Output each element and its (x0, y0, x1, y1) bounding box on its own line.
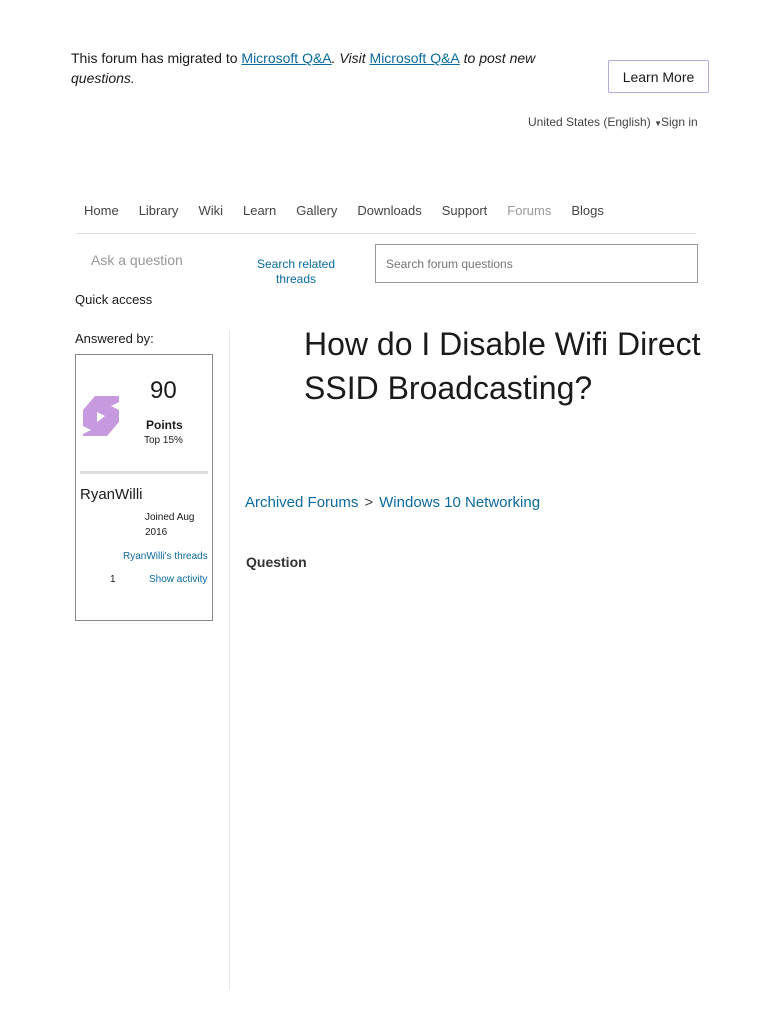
nav-divider (76, 233, 696, 234)
ms-qa-link-2[interactable]: Microsoft Q&A (370, 50, 460, 66)
nav-gallery[interactable]: Gallery (296, 203, 337, 218)
nav-blogs[interactable]: Blogs (571, 203, 604, 218)
rank: Top 15% (144, 435, 183, 446)
search-related-threads-link[interactable]: Search related threads (250, 257, 342, 287)
nav-wiki[interactable]: Wiki (198, 203, 223, 218)
locale-selector[interactable]: United States (English) ▼ (528, 115, 662, 129)
nav-home[interactable]: Home (84, 203, 119, 218)
nav-forums[interactable]: Forums (507, 203, 551, 218)
user-name[interactable]: RyanWilli (80, 486, 143, 503)
column-divider (229, 330, 230, 990)
breadcrumb-archived-forums[interactable]: Archived Forums (245, 494, 358, 511)
sign-in-link[interactable]: Sign in (661, 115, 698, 129)
user-threads-link[interactable]: RyanWilli's threads (123, 551, 208, 562)
show-activity-link[interactable]: Show activity (149, 574, 207, 585)
points-label: Points (146, 418, 183, 432)
points-value: 90 (150, 377, 177, 404)
nav-support[interactable]: Support (442, 203, 488, 218)
question-label: Question (246, 554, 307, 570)
learn-more-button[interactable]: Learn More (608, 60, 709, 93)
avatar[interactable] (83, 396, 119, 436)
divider (80, 471, 208, 474)
banner-text: . Visit (331, 50, 370, 66)
page-title: How do I Disable Wifi Direct SSID Broadc… (304, 326, 701, 406)
breadcrumb: Archived Forums > Windows 10 Networking (245, 494, 540, 511)
user-card: 90 Points Top 15% RyanWilli Joined Aug 2… (75, 354, 213, 621)
activity-count: 1 (110, 574, 116, 585)
answered-by-label: Answered by: (75, 331, 154, 346)
breadcrumb-windows-10-networking[interactable]: Windows 10 Networking (379, 494, 540, 511)
nav-downloads[interactable]: Downloads (357, 203, 421, 218)
banner-text: This forum has migrated to (71, 50, 242, 66)
search-input[interactable] (375, 244, 698, 283)
nav-learn[interactable]: Learn (243, 203, 276, 218)
quick-access[interactable]: Quick access (75, 292, 152, 307)
breadcrumb-separator: > (364, 494, 374, 511)
main-nav: Home Library Wiki Learn Gallery Download… (84, 203, 624, 218)
migration-banner: This forum has migrated to Microsoft Q&A… (71, 48, 571, 88)
nav-library[interactable]: Library (139, 203, 179, 218)
ask-question-button[interactable]: Ask a question (91, 252, 183, 268)
ms-qa-link[interactable]: Microsoft Q&A (241, 50, 331, 66)
locale-label: United States (English) (528, 115, 651, 129)
joined-date: Joined Aug 2016 (145, 512, 195, 538)
